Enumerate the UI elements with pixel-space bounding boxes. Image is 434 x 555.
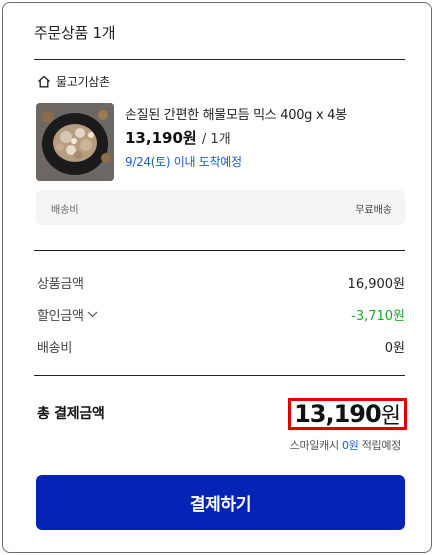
product-amount-row: 상품금액 16,900원 xyxy=(37,273,405,293)
discount-label: 할인금액 xyxy=(37,309,84,324)
product-price: 13,190원 / 1개 xyxy=(125,127,231,148)
home-icon xyxy=(37,75,51,88)
shipping-fee-row: 배송비 0원 xyxy=(37,337,405,357)
smilecash-note: 스마일캐시 0원 적립예정 xyxy=(289,437,402,453)
store-name: 물고기삼촌 xyxy=(56,75,110,89)
discount-value: -3,710원 xyxy=(351,309,405,324)
smilecash-amount: 0원 xyxy=(341,439,359,452)
arrival-date: 9/24(토) 이내 도착예정 xyxy=(125,155,242,169)
total-amount-unit: 원 xyxy=(380,404,401,429)
divider xyxy=(34,375,405,376)
smilecash-prefix: 스마일캐시 xyxy=(289,439,339,452)
store-link[interactable]: 물고기삼촌 xyxy=(37,73,110,90)
pay-button-label: 결제하기 xyxy=(189,495,252,514)
quantity-text: / 1개 xyxy=(201,132,231,147)
order-summary-card: 주문상품 1개 물고기삼촌 손질된 간편한 해물모듬 믹스 400g x 4봉 … xyxy=(2,2,432,553)
discount-row: 할인금액 -3,710원 xyxy=(37,305,405,325)
chevron-down-icon xyxy=(87,311,98,318)
divider xyxy=(34,250,405,251)
shipping-fee-value: 0원 xyxy=(384,341,405,356)
shipping-label: 배송비 xyxy=(51,205,79,216)
shipping-fee-box: 배송비 무료배송 xyxy=(36,190,405,225)
discount-toggle[interactable]: 할인금액 xyxy=(37,305,98,324)
order-items-title: 주문상품 1개 xyxy=(34,24,116,42)
product-name[interactable]: 손질된 간편한 해물모듬 믹스 400g x 4봉 xyxy=(125,104,347,123)
total-amount-value: 13,190 xyxy=(294,400,382,428)
product-amount-value: 16,900원 xyxy=(347,277,405,292)
smilecash-suffix: 적립예정 xyxy=(361,439,402,452)
total-amount-label: 총 결제금액 xyxy=(37,406,105,422)
product-image[interactable] xyxy=(36,103,114,181)
pay-button[interactable]: 결제하기 xyxy=(36,475,405,530)
shipping-fee-label: 배송비 xyxy=(37,341,72,356)
total-amount-highlight: 13,190 원 xyxy=(288,398,407,430)
shipping-value: 무료배송 xyxy=(355,205,392,216)
divider xyxy=(34,59,405,60)
product-amount-label: 상품금액 xyxy=(37,277,84,292)
price-value: 13,190원 xyxy=(125,129,197,147)
